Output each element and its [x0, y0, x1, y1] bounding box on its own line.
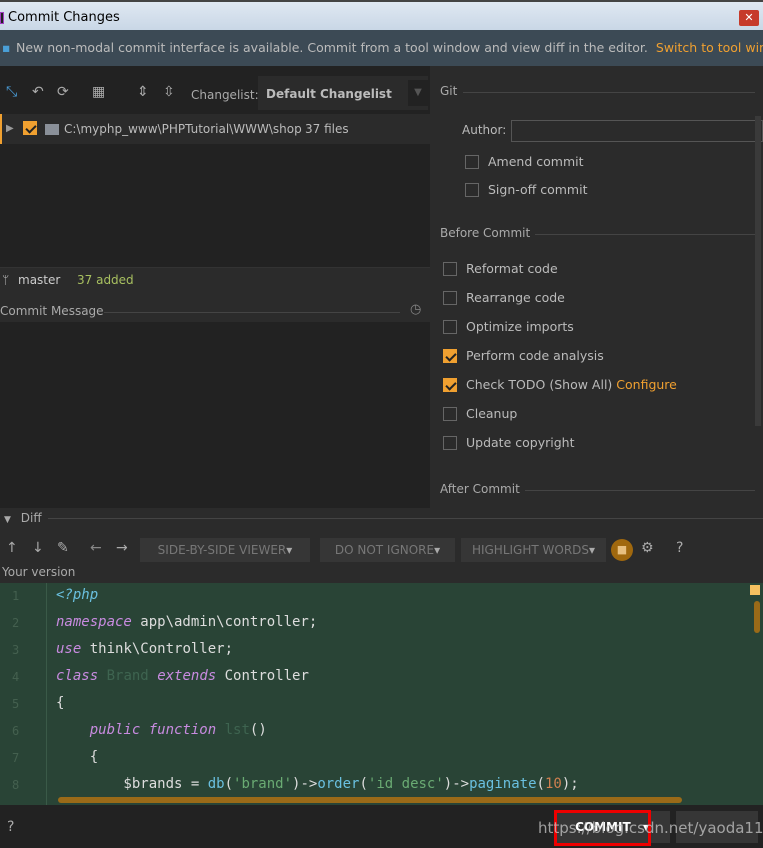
chevron-down-icon: ▼ [408, 80, 428, 106]
amend-commit-option[interactable]: Amend commit [465, 154, 584, 169]
divider [48, 518, 763, 519]
changes-toolbar: ⤡ ↶ ⟳ ▦ ⇕ ⇳ Changelist: Default Changeli… [0, 66, 430, 114]
changes-tree: ▶ C:\myphp_www\PHPTutorial\WWW\shop 37 f… [0, 114, 430, 268]
divider [104, 312, 400, 313]
expand-arrow-icon[interactable]: ▶ [6, 114, 14, 144]
divider [463, 92, 755, 93]
banner-text: New non-modal commit interface is availa… [16, 40, 648, 55]
branch-icon: ᛘ [2, 273, 10, 287]
watermark: https://blog.csdn.net/yaoda111 [538, 819, 763, 837]
commit-options-panel: Git Author: Amend commit Sign-off commit… [431, 66, 763, 506]
changelist-value: Default Changelist [266, 87, 392, 101]
update-copyright-option[interactable]: Update copyright [443, 435, 574, 450]
options-scrollbar[interactable] [755, 116, 761, 426]
before-commit-title: Before Commit [440, 226, 531, 240]
changelist-select[interactable]: Default Changelist ▼ [258, 76, 428, 110]
code-line: use think\Controller; [56, 641, 234, 657]
line-number: 2 [12, 616, 20, 630]
check-todo-option[interactable]: Check TODO (Show All) Configure [443, 377, 677, 392]
window-title: Commit Changes [8, 10, 120, 25]
switch-to-tool-window-link[interactable]: Switch to tool window [656, 40, 763, 55]
notification-banner: ▪ New non-modal commit interface is avai… [0, 30, 763, 66]
cleanup-option[interactable]: Cleanup [443, 406, 517, 421]
diff-title: Diff [20, 511, 42, 525]
branch-status: ᛘ master 37 added [0, 268, 430, 292]
highlight-dropdown[interactable]: HIGHLIGHT WORDS▾ [461, 538, 606, 562]
sign-off-commit-option[interactable]: Sign-off commit [465, 182, 588, 197]
line-number: 6 [12, 724, 20, 738]
viewer-dropdown[interactable]: SIDE-BY-SIDE VIEWER▾ [140, 538, 310, 562]
line-gutter: 1 2 3 4 5 6 7 8 [0, 583, 47, 805]
line-number: 1 [12, 589, 20, 603]
configure-link[interactable]: Configure [616, 377, 677, 392]
line-number: 8 [12, 778, 20, 792]
help-icon[interactable]: ? [676, 540, 683, 556]
changelist-label: Changelist: [191, 88, 259, 102]
status-marker [750, 585, 760, 595]
perform-code-analysis-option[interactable]: Perform code analysis [443, 348, 604, 363]
commit-message-input[interactable] [0, 322, 430, 508]
dialog-footer: ? COMMIT ▾ https://blog.csdn.net/yaoda11… [0, 805, 763, 848]
next-diff-icon[interactable]: ↓ [32, 540, 44, 556]
folder-icon [45, 124, 59, 135]
commit-message-label: Commit Message [0, 304, 104, 318]
collapse-arrow-icon: ▼ [4, 515, 11, 525]
group-by-icon[interactable]: ▦ [92, 84, 105, 100]
app-icon [0, 12, 4, 24]
author-label: Author: [462, 123, 507, 137]
author-input[interactable] [511, 120, 763, 142]
editor-hscrollbar[interactable] [58, 797, 682, 803]
your-version-label: Your version [2, 565, 76, 579]
lock-icon[interactable]: ■ [611, 539, 633, 561]
optimize-imports-option[interactable]: Optimize imports [443, 319, 574, 334]
line-number: 4 [12, 670, 20, 684]
code-line: <?php [56, 587, 99, 603]
reformat-code-option[interactable]: Reformat code [443, 261, 558, 276]
code-line: namespace app\admin\controller; [56, 614, 318, 630]
diff-header[interactable]: ▼ Diff [0, 508, 763, 528]
gear-icon[interactable]: ⚙ [641, 540, 654, 556]
added-count: 37 added [77, 273, 134, 287]
line-number: 3 [12, 643, 20, 657]
diff-editor[interactable]: 1 2 3 4 5 6 7 8 <?php namespace app\admi… [0, 583, 763, 805]
line-number: 7 [12, 751, 20, 765]
after-commit-title: After Commit [440, 482, 520, 496]
root-count: 37 files [305, 122, 349, 136]
code-line: { [56, 749, 99, 765]
branch-name: master [18, 273, 61, 287]
git-section-title: Git [440, 84, 458, 98]
rearrange-code-option[interactable]: Rearrange code [443, 290, 565, 305]
tree-row-root[interactable]: ▶ C:\myphp_www\PHPTutorial\WWW\shop 37 f… [0, 114, 430, 144]
code-line: public function lst() [89, 722, 267, 738]
editor-vscrollbar[interactable] [754, 601, 760, 633]
title-bar: Commit Changes ✕ [0, 0, 763, 30]
collapse-all-icon[interactable]: ⇳ [163, 84, 175, 100]
expand-all-icon[interactable]: ⇕ [137, 84, 149, 100]
ignore-dropdown[interactable]: DO NOT IGNORE▾ [320, 538, 455, 562]
line-number: 5 [12, 697, 20, 711]
close-button[interactable]: ✕ [739, 10, 759, 26]
previous-diff-icon[interactable]: ↑ [6, 540, 18, 556]
divider [535, 234, 755, 235]
refresh-icon[interactable]: ⟳ [57, 84, 69, 100]
divider [525, 490, 755, 491]
root-path: C:\myphp_www\PHPTutorial\WWW\shop [64, 122, 302, 136]
show-diff-icon[interactable]: ⤡ [6, 84, 17, 100]
back-icon[interactable]: ← [90, 540, 102, 556]
rollback-icon[interactable]: ↶ [32, 84, 44, 100]
code-line: { [56, 695, 65, 711]
code-line: class Brand extends Controller [56, 668, 309, 684]
diff-toolbar: ↑ ↓ ✎ ← → SIDE-BY-SIDE VIEWER▾ DO NOT IG… [0, 536, 763, 564]
forward-icon[interactable]: → [116, 540, 128, 556]
help-button[interactable]: ? [7, 819, 14, 835]
gift-icon: ▪ [2, 40, 11, 55]
code-line: $brands = db('brand')->order('id desc')-… [56, 776, 579, 792]
history-clock-icon[interactable]: ◷ [410, 302, 421, 317]
root-checkbox[interactable] [23, 121, 37, 135]
edit-icon[interactable]: ✎ [57, 540, 69, 556]
